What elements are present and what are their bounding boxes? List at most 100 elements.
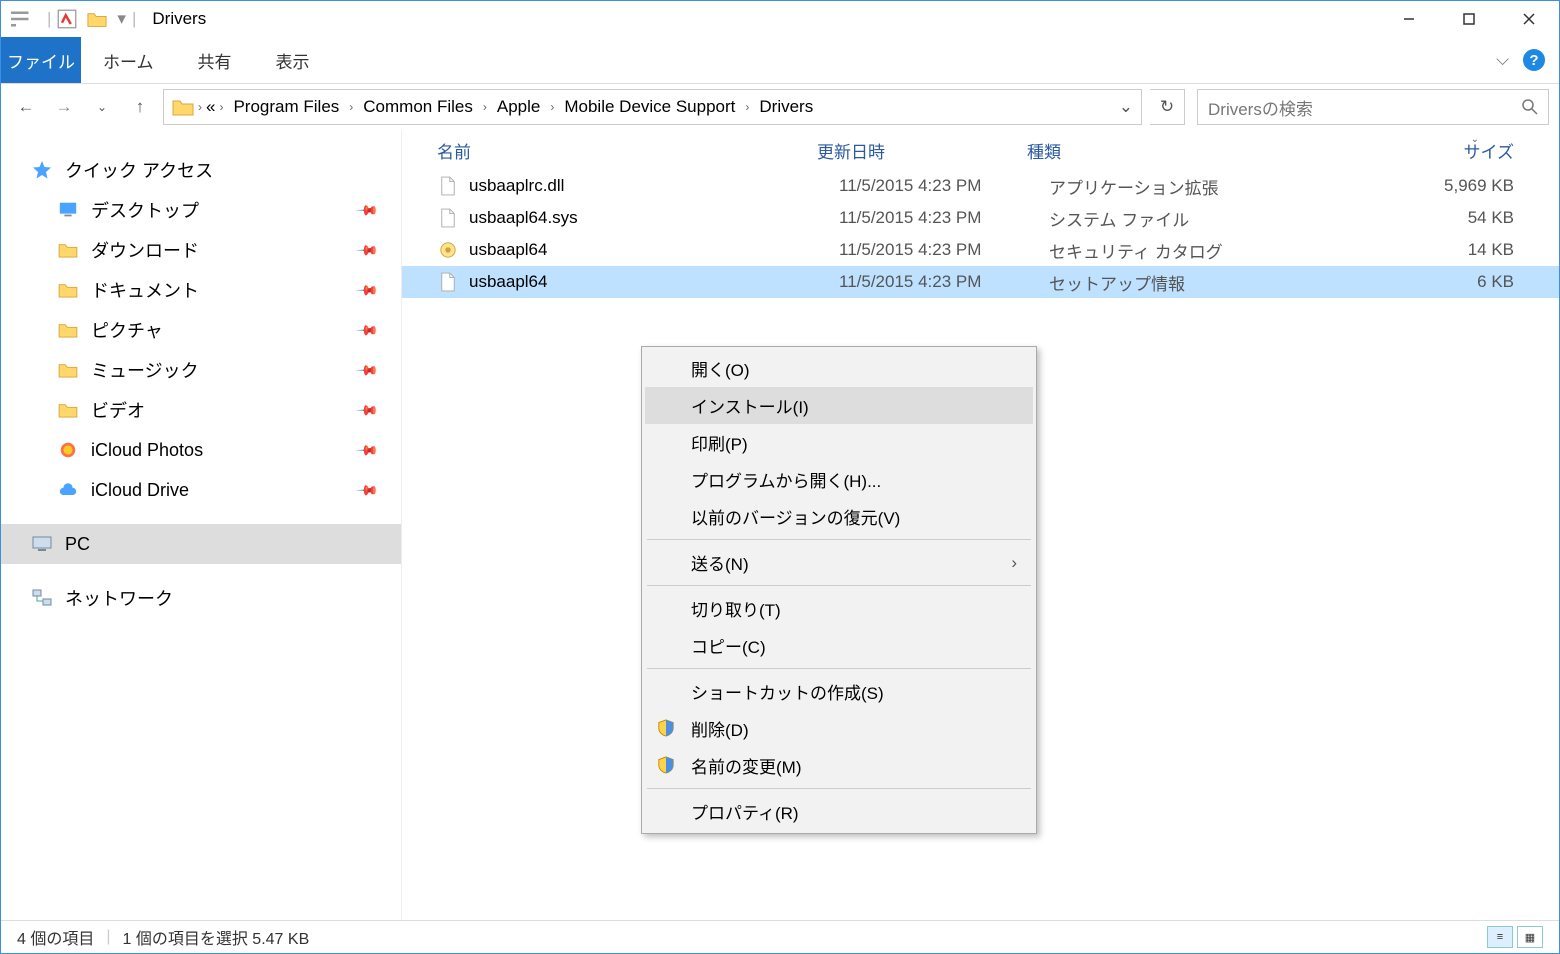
sidebar-item[interactable]: iCloud Drive📌: [1, 470, 401, 510]
file-row[interactable]: usbaapl64.sys11/5/2015 4:23 PMシステム ファイル5…: [402, 202, 1559, 234]
menu-item[interactable]: 切り取り(T): [645, 590, 1033, 627]
menu-item-label: プロパティ(R): [691, 799, 799, 824]
pin-icon: 📌: [355, 278, 379, 302]
properties-icon[interactable]: [57, 9, 77, 29]
chevron-right-icon[interactable]: ›: [745, 100, 749, 114]
pin-icon: 📌: [355, 318, 379, 342]
maximize-button[interactable]: [1439, 1, 1499, 37]
overflow-icon[interactable]: [11, 9, 31, 29]
forward-button[interactable]: →: [49, 92, 79, 122]
refresh-button[interactable]: ↻: [1150, 89, 1185, 125]
navigation-row: ← → ⌄ ↑ › « › Program Files › Common Fil…: [1, 84, 1559, 130]
pin-icon: 📌: [355, 238, 379, 262]
menu-separator: [647, 668, 1031, 669]
up-button[interactable]: ↑: [125, 92, 155, 122]
sidebar-item[interactable]: ビデオ📌: [1, 390, 401, 430]
column-size[interactable]: ⌄サイズ: [1332, 138, 1559, 163]
menu-item[interactable]: ショートカットの作成(S): [645, 673, 1033, 710]
file-date: 11/5/2015 4:23 PM: [839, 240, 1049, 260]
menu-item[interactable]: 削除(D): [645, 710, 1033, 747]
history-dropdown[interactable]: ⌄: [87, 92, 117, 122]
tab-file[interactable]: ファイル: [1, 37, 81, 83]
pin-icon: 📌: [355, 358, 379, 382]
sidebar-item-label: ダウンロード: [91, 237, 199, 263]
menu-item[interactable]: 印刷(P): [645, 424, 1033, 461]
separator: |: [106, 928, 110, 946]
breadcrumb[interactable]: Mobile Device Support: [558, 95, 741, 119]
back-button[interactable]: ←: [11, 92, 41, 122]
menu-item[interactable]: プログラムから開く(H)...: [645, 461, 1033, 498]
address-dropdown-icon[interactable]: ⌄: [1119, 97, 1133, 117]
file-row[interactable]: usbaapl6411/5/2015 4:23 PMセキュリティ カタログ14 …: [402, 234, 1559, 266]
file-icon: [437, 271, 459, 293]
menu-item-label: 切り取り(T): [691, 596, 781, 621]
sidebar-item[interactable]: ドキュメント📌: [1, 270, 401, 310]
file-date: 11/5/2015 4:23 PM: [839, 208, 1049, 228]
menu-separator: [647, 585, 1031, 586]
column-name[interactable]: 名前: [437, 138, 817, 163]
sidebar-pc[interactable]: PC: [1, 524, 401, 564]
menu-item[interactable]: 開く(O): [645, 350, 1033, 387]
qat-dropdown-icon[interactable]: ▾: [117, 9, 126, 29]
breadcrumb-ellipsis[interactable]: «: [206, 97, 215, 117]
menu-item[interactable]: コピー(C): [645, 627, 1033, 664]
menu-item[interactable]: 送る(N)›: [645, 544, 1033, 581]
pictures-icon: [57, 319, 79, 341]
sidebar-item[interactable]: ミュージック📌: [1, 350, 401, 390]
network-icon: [31, 587, 53, 609]
separator: |: [132, 9, 136, 29]
titlebar[interactable]: | ▾ | Drivers: [1, 1, 1559, 37]
breadcrumb[interactable]: Common Files: [357, 95, 479, 119]
minimize-button[interactable]: [1379, 1, 1439, 37]
chevron-right-icon[interactable]: ›: [219, 100, 223, 114]
breadcrumb[interactable]: Apple: [491, 95, 546, 119]
breadcrumb[interactable]: Drivers: [753, 95, 819, 119]
help-button[interactable]: ?: [1523, 49, 1545, 71]
file-icon: [437, 207, 459, 229]
menu-item[interactable]: 名前の変更(M): [645, 747, 1033, 784]
sidebar-item[interactable]: ダウンロード 📌: [1, 230, 401, 270]
search-input[interactable]: Driversの検索: [1197, 89, 1549, 125]
file-name: usbaaplrc.dll: [469, 176, 839, 196]
pin-icon: 📌: [355, 438, 379, 462]
sidebar-item-label: iCloud Photos: [91, 440, 203, 461]
address-bar[interactable]: › « › Program Files › Common Files › App…: [163, 89, 1142, 125]
documents-icon: [57, 279, 79, 301]
submenu-chevron-icon: ›: [1011, 553, 1017, 573]
sidebar-item[interactable]: デスクトップ📌: [1, 190, 401, 230]
breadcrumb[interactable]: Program Files: [227, 95, 345, 119]
sidebar-item[interactable]: ピクチャ📌: [1, 310, 401, 350]
file-row[interactable]: usbaaplrc.dll11/5/2015 4:23 PMアプリケーション拡張…: [402, 170, 1559, 202]
icloud-drive-icon: [57, 479, 79, 501]
view-details-button[interactable]: ≡: [1487, 926, 1513, 948]
chevron-right-icon[interactable]: ›: [349, 100, 353, 114]
chevron-right-icon[interactable]: ›: [198, 100, 202, 114]
column-date[interactable]: 更新日時: [817, 138, 1027, 163]
file-type: セキュリティ カタログ: [1049, 238, 1354, 263]
close-button[interactable]: [1499, 1, 1559, 37]
tab-view[interactable]: 表示: [254, 37, 332, 83]
menu-item[interactable]: プロパティ(R): [645, 793, 1033, 830]
chevron-right-icon[interactable]: ›: [550, 100, 554, 114]
sort-indicator-icon: ⌄: [1471, 134, 1479, 145]
search-placeholder: Driversの検索: [1208, 95, 1522, 120]
tab-share[interactable]: 共有: [176, 37, 254, 83]
file-name: usbaapl64: [469, 240, 839, 260]
view-icons-button[interactable]: ▦: [1517, 926, 1543, 948]
sidebar-quick-access[interactable]: クイック アクセス: [1, 150, 401, 190]
file-row[interactable]: usbaapl6411/5/2015 4:23 PMセットアップ情報6 KB: [402, 266, 1559, 298]
column-type[interactable]: 種類: [1027, 138, 1332, 163]
sidebar-network[interactable]: ネットワーク: [1, 578, 401, 618]
file-icon: [437, 175, 459, 197]
chevron-right-icon[interactable]: ›: [483, 100, 487, 114]
sidebar-item[interactable]: iCloud Photos 📌: [1, 430, 401, 470]
menu-item[interactable]: 以前のバージョンの復元(V): [645, 498, 1033, 535]
tab-home[interactable]: ホーム: [81, 37, 176, 83]
file-size: 6 KB: [1354, 272, 1559, 292]
file-name: usbaapl64.sys: [469, 208, 839, 228]
menu-item-label: プログラムから開く(H)...: [691, 467, 881, 492]
menu-item[interactable]: インストール(I): [645, 387, 1033, 424]
column-size-label: サイズ: [1464, 143, 1515, 162]
address-folder-icon: [172, 98, 194, 116]
ribbon-chevron-down-icon[interactable]: ⌵: [1496, 50, 1509, 70]
